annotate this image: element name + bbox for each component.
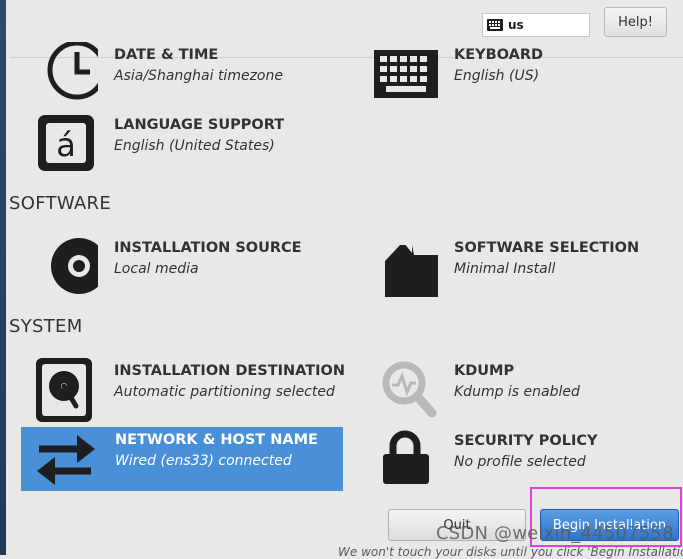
spoke-status: Local media <box>114 261 199 277</box>
spoke-title: SECURITY POLICY <box>454 433 598 449</box>
keyboard-icon <box>374 50 438 98</box>
svg-text:á: á <box>56 126 76 164</box>
spoke-status: Kdump is enabled <box>454 384 580 400</box>
spoke-title: KEYBOARD <box>454 47 544 63</box>
watermark-text: CSDN @weixin_44507558 <box>436 523 674 544</box>
spoke-kdump[interactable]: KDUMP Kdump is enabled <box>360 358 680 422</box>
language-icon: á <box>38 115 94 171</box>
keyboard-small-icon <box>487 19 503 31</box>
spoke-status: Wired (ens33) connected <box>115 453 292 469</box>
spoke-title: DATE & TIME <box>114 47 219 63</box>
spoke-status: No profile selected <box>454 454 586 470</box>
spoke-language-support[interactable]: á LANGUAGE SUPPORT English (United State… <box>20 112 340 176</box>
spoke-title: SOFTWARE SELECTION <box>454 240 640 256</box>
spoke-status: Minimal Install <box>454 261 556 277</box>
spoke-software-selection[interactable]: SOFTWARE SELECTION Minimal Install <box>360 235 680 299</box>
spoke-title: KDUMP <box>454 363 515 379</box>
package-icon <box>385 243 438 297</box>
spoke-title: NETWORK & HOST NAME <box>115 432 318 448</box>
help-button[interactable]: Help! <box>604 7 667 37</box>
search-icon <box>382 361 437 418</box>
lock-icon <box>383 430 429 484</box>
keyboard-layout-text: us <box>508 18 524 32</box>
spoke-keyboard[interactable]: KEYBOARD English (US) <box>360 42 680 106</box>
spoke-installation-destination[interactable]: INSTALLATION DESTINATION Automatic parti… <box>20 358 345 422</box>
spoke-security-policy[interactable]: SECURITY POLICY No profile selected <box>360 428 680 492</box>
spoke-status: English (US) <box>454 68 540 84</box>
spoke-date-time[interactable]: DATE & TIME Asia/Shanghai timezone <box>20 42 340 106</box>
footer-note: We won't touch your disks until you clic… <box>338 545 683 559</box>
spoke-title: LANGUAGE SUPPORT <box>114 117 285 133</box>
spoke-installation-source[interactable]: INSTALLATION SOURCE Local media <box>20 235 340 299</box>
spoke-status: Asia/Shanghai timezone <box>114 68 283 84</box>
spoke-status: Automatic partitioning selected <box>114 384 335 400</box>
desktop-edge <box>0 0 6 555</box>
spoke-title: INSTALLATION SOURCE <box>114 240 302 256</box>
section-software: SOFTWARE <box>9 193 112 214</box>
keyboard-layout-indicator[interactable]: us <box>482 13 590 37</box>
spoke-title: INSTALLATION DESTINATION <box>114 363 345 379</box>
spoke-network-host-name[interactable]: NETWORK & HOST NAME Wired (ens33) connec… <box>21 427 343 491</box>
spoke-status: English (United States) <box>114 138 275 154</box>
disc-icon <box>51 238 98 294</box>
harddisk-icon <box>36 358 92 422</box>
section-system: SYSTEM <box>9 316 83 337</box>
network-arrows-icon <box>37 435 95 485</box>
clock-icon <box>47 42 98 100</box>
